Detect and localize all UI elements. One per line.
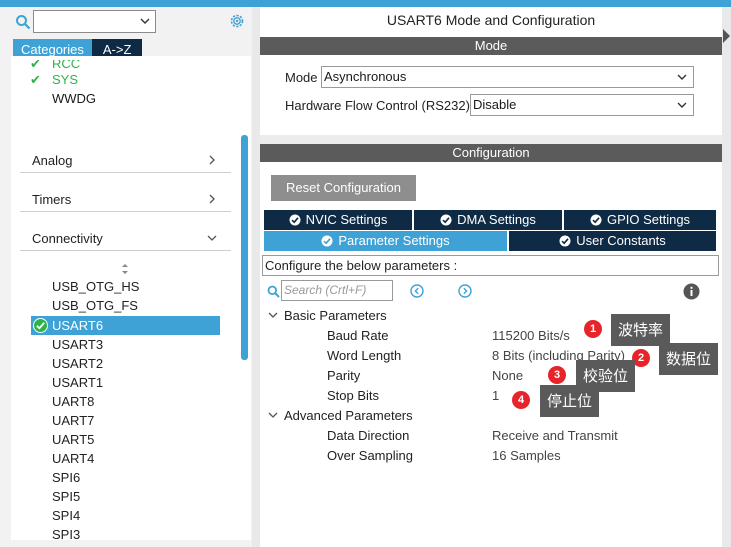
sidebar-item-usart3[interactable]: USART3 [52, 335, 103, 354]
param-over-sampling-label: Over Sampling [327, 448, 413, 463]
sidebar-item-uart8[interactable]: UART8 [52, 392, 94, 411]
sidebar-item-wwdg[interactable]: WWDG [30, 90, 96, 108]
flow-control-label: Hardware Flow Control (RS232) [285, 98, 470, 113]
sidebar-item-usb-otg-fs[interactable]: USB_OTG_FS [52, 296, 138, 315]
check-circle-icon [289, 214, 301, 226]
check-circle-icon [440, 214, 452, 226]
param-word-length-label: Word Length [327, 348, 402, 363]
check-icon: ✔ [30, 72, 41, 87]
param-data-direction-label: Data Direction [327, 428, 410, 443]
sidebar-item-spi4[interactable]: SPI4 [52, 506, 80, 525]
annotation-badge-1: 1 [584, 320, 602, 338]
chevron-right-icon [209, 155, 215, 165]
tab-gpio-settings[interactable]: GPIO Settings [564, 210, 716, 230]
check-circle-icon [559, 235, 571, 247]
sidebar-scrollbar[interactable] [241, 135, 248, 360]
sidebar-item-usart6[interactable]: USART6 [31, 316, 220, 335]
page-title: USART6 Mode and Configuration [386, 12, 596, 28]
sidebar-item-uart5[interactable]: UART5 [52, 430, 94, 449]
sidebar-item-usb-otg-hs[interactable]: USB_OTG_HS [52, 277, 139, 296]
chevron-down-icon [677, 102, 687, 108]
flow-control-value: Disable [473, 97, 517, 112]
sidebar-item-spi3[interactable]: SPI3 [52, 525, 80, 544]
sidebar-item-usart2[interactable]: USART2 [52, 354, 103, 373]
param-baud-rate-label: Baud Rate [327, 328, 389, 343]
sidebar-item-spi6[interactable]: SPI6 [52, 468, 80, 487]
param-stop-bits-label: Stop Bits [327, 388, 380, 403]
section-separator [260, 135, 722, 144]
param-data-direction-value[interactable]: Receive and Transmit [492, 428, 618, 443]
info-icon[interactable] [683, 283, 700, 300]
annotation-callout-stop-bits: 停止位 [540, 385, 600, 417]
sidebar-item-label: USART6 [52, 318, 104, 333]
check-circle-icon [321, 235, 333, 247]
chevron-down-icon [140, 18, 150, 24]
check-circle-icon [590, 214, 602, 226]
chevron-right-icon [209, 194, 215, 204]
sidebar-item-uart7[interactable]: UART7 [52, 411, 94, 430]
annotation-badge-4: 4 [512, 391, 530, 409]
mode-select[interactable]: Asynchronous [321, 66, 694, 88]
flow-control-select[interactable]: Disable [470, 94, 694, 116]
panel-splitter[interactable] [252, 7, 260, 547]
gear-icon[interactable] [228, 12, 246, 30]
sidebar-item-sys[interactable]: ✔ SYS [30, 71, 78, 89]
sidebar-item-label: SYS [52, 72, 79, 87]
collapse-arrow-icon [723, 29, 730, 43]
configure-hint: Configure the below parameters : [262, 255, 719, 276]
sidebar-item-usart1[interactable]: USART1 [52, 373, 103, 392]
annotation-callout-baud-rate: 波特率 [611, 314, 671, 346]
nav-prev-icon[interactable] [410, 284, 424, 298]
param-stop-bits-value[interactable]: 1 [492, 388, 499, 403]
category-search-combo[interactable] [33, 10, 156, 33]
tab-user-constants[interactable]: User Constants [509, 231, 716, 251]
category-timers[interactable]: Timers [20, 188, 231, 212]
category-label: Timers [32, 192, 72, 207]
param-parity-value[interactable]: None [492, 368, 523, 383]
tab-dma-settings[interactable]: DMA Settings [414, 210, 562, 230]
chevron-down-icon [207, 235, 217, 241]
category-connectivity[interactable]: Connectivity [20, 227, 231, 251]
sort-icon[interactable] [120, 263, 130, 275]
mode-label: Mode [285, 70, 318, 85]
category-analog[interactable]: Analog [20, 149, 231, 173]
search-icon[interactable] [15, 14, 31, 30]
group-advanced-parameters[interactable]: Advanced Parameters [268, 408, 413, 423]
param-over-sampling-value[interactable]: 16 Samples [492, 448, 561, 463]
annotation-badge-3: 3 [548, 366, 566, 384]
right-collapse-strip[interactable] [722, 7, 731, 547]
configuration-header: Configuration [260, 144, 722, 162]
sidebar-item-label: WWDG [52, 91, 97, 106]
param-baud-rate-value[interactable]: 115200 Bits/s [492, 328, 570, 343]
chevron-down-icon [268, 312, 278, 318]
top-accent-bar [0, 0, 731, 7]
sidebar-item-uart4[interactable]: UART4 [52, 449, 94, 468]
sidebar-item-spi5[interactable]: SPI5 [52, 487, 80, 506]
tab-nvic-settings[interactable]: NVIC Settings [264, 210, 412, 230]
reset-configuration-button[interactable]: Reset Configuration [271, 175, 416, 201]
group-basic-parameters[interactable]: Basic Parameters [268, 308, 387, 323]
nav-next-icon[interactable] [458, 284, 472, 298]
annotation-callout-word-length: 数据位 [659, 343, 719, 375]
param-parity-label: Parity [327, 368, 361, 383]
mode-header: Mode [260, 37, 722, 55]
category-label: Analog [32, 153, 73, 168]
check-icon [33, 318, 48, 333]
tab-parameter-settings[interactable]: Parameter Settings [264, 231, 507, 251]
category-label: Connectivity [32, 231, 103, 246]
chevron-down-icon [268, 412, 278, 418]
mode-value: Asynchronous [324, 69, 407, 84]
chevron-down-icon [677, 74, 687, 80]
parameter-search-input[interactable]: Search (Crtl+F) [281, 280, 393, 301]
search-icon[interactable] [267, 285, 280, 298]
